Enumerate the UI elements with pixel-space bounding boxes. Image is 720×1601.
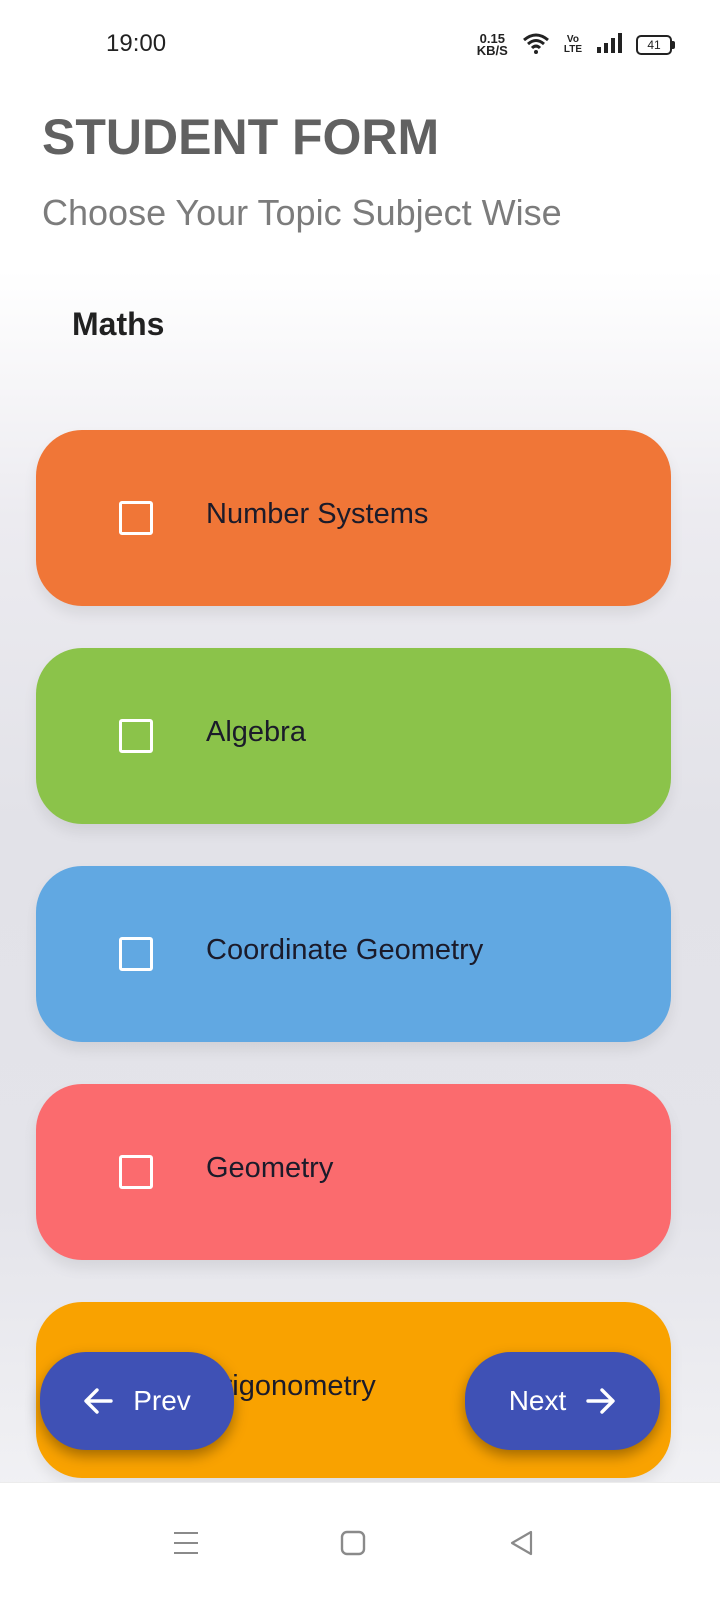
topic-label: Number Systems <box>206 498 429 530</box>
checkbox-icon[interactable] <box>119 501 153 535</box>
next-label: Next <box>508 1385 567 1416</box>
wifi-icon <box>522 32 550 58</box>
arrow-left-icon <box>83 1388 113 1414</box>
volte-indicator: Vo LTE <box>564 35 582 55</box>
home-icon[interactable] <box>333 1523 373 1563</box>
signal-icon <box>596 33 622 57</box>
arrow-right-icon <box>586 1388 616 1414</box>
status-bar: 19:00 0.15 KB/S Vo LTE 41 <box>0 0 720 90</box>
page-title: STUDENT FORM <box>42 109 440 165</box>
system-nav-bar <box>0 1482 720 1601</box>
page-subtitle: Choose Your Topic Subject Wise <box>42 192 562 233</box>
back-icon[interactable] <box>502 1523 542 1563</box>
checkbox-icon[interactable] <box>119 719 153 753</box>
battery-icon: 41 <box>636 35 675 55</box>
topic-label: Geometry <box>206 1152 334 1184</box>
network-speed-unit: KB/S <box>476 43 508 58</box>
topic-card-geometry[interactable]: Geometry <box>36 1084 671 1260</box>
network-speed: 0.15 KB/S <box>476 32 508 58</box>
topic-label: Algebra <box>206 716 306 748</box>
topic-card-algebra[interactable]: Algebra <box>36 648 671 824</box>
menu-icon[interactable] <box>166 1523 206 1563</box>
topic-label: Coordinate Geometry <box>206 934 484 966</box>
status-icons: 0.15 KB/S Vo LTE 41 <box>476 30 675 60</box>
topic-card-number-systems[interactable]: Number Systems <box>36 430 671 606</box>
volte-bottom: LTE <box>563 44 582 55</box>
prev-button[interactable]: Prev <box>40 1352 234 1450</box>
prev-label: Prev <box>133 1385 191 1416</box>
next-button[interactable]: Next <box>465 1352 660 1450</box>
battery-level: 41 <box>647 38 661 52</box>
checkbox-icon[interactable] <box>119 937 153 971</box>
status-time: 19:00 <box>106 30 167 57</box>
checkbox-icon[interactable] <box>119 1155 153 1189</box>
subject-label: Maths <box>72 306 165 342</box>
topic-card-coordinate-geometry[interactable]: Coordinate Geometry <box>36 866 671 1042</box>
